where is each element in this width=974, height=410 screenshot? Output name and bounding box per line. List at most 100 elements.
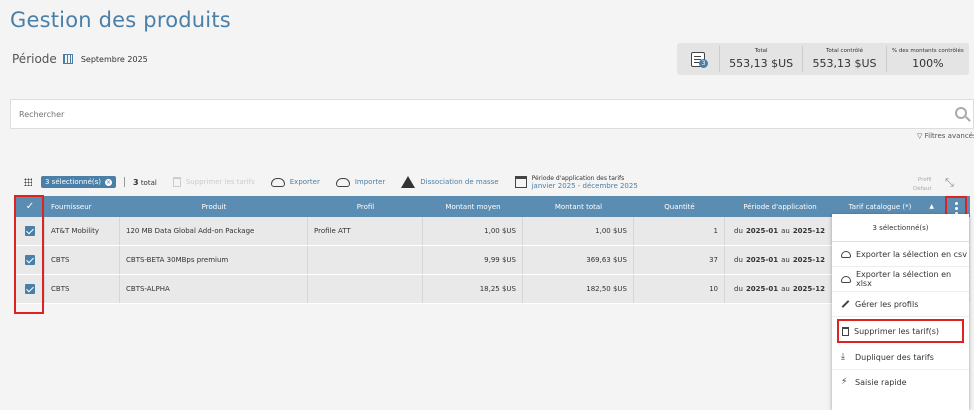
products-table: ✓ Fournisseur Produit Profil Montant moy… xyxy=(15,196,970,304)
download-icon: ⤓ xyxy=(841,351,845,362)
cell-profil xyxy=(308,246,423,274)
header-montant-moyen[interactable]: Montant moyen xyxy=(423,196,523,217)
cell-fournisseur: CBTS xyxy=(45,275,120,303)
mass-dissociation-button[interactable]: Dissociation de masse xyxy=(401,176,499,188)
stat-value: 553,13 $US xyxy=(729,57,794,70)
import-button[interactable]: Importer xyxy=(335,177,386,187)
search-icon[interactable] xyxy=(955,107,967,119)
mass-label: Dissociation de masse xyxy=(420,178,499,186)
sort-asc-icon[interactable]: ▲ xyxy=(929,203,934,210)
menu-item-label: Supprimer les tarif(s) xyxy=(854,326,939,336)
stat-value: 553,13 $US xyxy=(812,57,877,70)
documents-badge: 3 xyxy=(699,59,708,68)
period-title: Période d'application des tarifs xyxy=(531,174,625,182)
documents-icon: 3 xyxy=(677,43,719,75)
header-profil[interactable]: Profil xyxy=(308,196,423,217)
profile-value: Défaut xyxy=(913,186,932,192)
bolt-icon: ⚡ xyxy=(841,377,848,387)
stat-total-controle: Total contrôlé 553,13 $US xyxy=(802,46,885,72)
grid-icon[interactable] xyxy=(24,178,32,186)
dot xyxy=(954,201,958,205)
period-value[interactable]: janvier 2025 - décembre 2025 xyxy=(532,182,638,190)
menu-header: 3 sélectionné(s) xyxy=(832,214,969,242)
table-row[interactable]: CBTS CBTS-BETA 30MBps premium 9,99 $US 3… xyxy=(15,246,970,275)
cell-produit: CBTS-BETA 30MBps premium xyxy=(120,246,308,274)
menu-item-label: Exporter la sélection en csv xyxy=(856,249,967,259)
divider xyxy=(124,177,125,187)
cell-montant-total: 1,00 $US xyxy=(523,217,634,245)
cell-montant-moyen: 1,00 $US xyxy=(423,217,523,245)
cell-montant-moyen: 18,25 $US xyxy=(423,275,523,303)
cloud-download-icon xyxy=(841,275,851,283)
menu-item-delete-tariffs[interactable]: Supprimer les tarif(s) xyxy=(837,319,964,343)
total-count: 3 total xyxy=(133,177,157,187)
selection-count: 3 sélectionné(s) xyxy=(45,178,101,186)
cell-periode: du 2025-01 au 2025-12 xyxy=(725,217,835,245)
export-button[interactable]: Exporter xyxy=(270,177,320,187)
cell-montant-moyen: 9,99 $US xyxy=(423,246,523,274)
cell-periode: du 2025-01 au 2025-12 xyxy=(725,275,835,303)
header-montant-total[interactable]: Montant total xyxy=(523,196,634,217)
header-fournisseur[interactable]: Fournisseur xyxy=(45,196,120,217)
collapse-icon[interactable]: ⤡ xyxy=(945,176,954,190)
menu-item-duplicate-tariffs[interactable]: ⤓ Dupliquer des tarifs xyxy=(832,345,969,370)
trash-icon xyxy=(842,326,849,336)
cell-quantite: 10 xyxy=(634,275,725,303)
menu-item-manage-profiles[interactable]: Gérer les profils xyxy=(832,292,969,317)
warning-icon xyxy=(401,176,416,188)
cell-quantite: 1 xyxy=(634,217,725,245)
toolbar: 3 sélectionné(s) × 3 total Supprimer les… xyxy=(24,172,638,192)
stat-label: Total contrôlé xyxy=(825,48,864,54)
menu-item-quick-entry[interactable]: ⚡ Saisie rapide xyxy=(832,370,969,395)
cell-montant-total: 369,63 $US xyxy=(523,246,634,274)
cell-fournisseur: AT&T Mobility xyxy=(45,217,120,245)
cloud-upload-icon xyxy=(335,177,350,187)
menu-item-label: Dupliquer des tarifs xyxy=(855,352,934,362)
profile-label: Profil xyxy=(917,177,932,183)
trash-icon xyxy=(172,177,181,187)
search-input[interactable] xyxy=(11,100,911,128)
delete-tariffs-button[interactable]: Supprimer les tarifs xyxy=(172,177,255,187)
export-label: Exporter xyxy=(289,178,320,186)
stat-total: Total 553,13 $US xyxy=(719,46,802,72)
profile-indicator: Profil Défaut xyxy=(913,176,932,194)
stat-label: % des montants contrôlés xyxy=(891,48,964,54)
cell-profil: Profile ATT xyxy=(308,217,423,245)
table-row[interactable]: AT&T Mobility 120 MB Data Global Add-on … xyxy=(15,217,970,246)
filter-icon: ▽ xyxy=(917,132,925,140)
highlight-checkbox-column xyxy=(14,195,44,314)
calendar-icon xyxy=(514,176,527,188)
header-quantite[interactable]: Quantité xyxy=(634,196,725,217)
stat-value: 100% xyxy=(912,57,944,70)
dot xyxy=(954,206,958,210)
header-produit[interactable]: Produit xyxy=(120,196,308,217)
menu-item-export-xlsx[interactable]: Exporter la sélection en xlsx xyxy=(832,267,969,292)
clear-selection-icon[interactable]: × xyxy=(105,178,112,186)
filters-label: Filtres avancés xyxy=(924,132,974,140)
menu-item-export-csv[interactable]: Exporter la sélection en csv xyxy=(832,242,969,267)
search-bar xyxy=(10,99,974,129)
cell-produit: 120 MB Data Global Add-on Package xyxy=(120,217,308,245)
stat-pourcentage: % des montants contrôlés 100% xyxy=(885,46,969,72)
menu-item-label: Exporter la sélection en xlsx xyxy=(855,270,952,288)
cell-periode: du 2025-01 au 2025-12 xyxy=(725,246,835,274)
menu-item-label: Gérer les profils xyxy=(855,299,919,309)
periode-selector[interactable]: Période Septembre 2025 xyxy=(12,52,148,66)
tariff-period[interactable]: Période d'application des tarifs janvier… xyxy=(514,174,638,190)
advanced-filters-link[interactable]: ▽ Filtres avancés xyxy=(917,132,974,140)
table-row[interactable]: CBTS CBTS-ALPHA 18,25 $US 182,50 $US 10 … xyxy=(15,275,970,304)
periode-label: Période xyxy=(12,52,57,66)
header-periode[interactable]: Période d'application xyxy=(725,196,835,217)
calendar-icon[interactable] xyxy=(62,54,73,64)
cloud-download-icon xyxy=(270,177,285,187)
selection-menu: 3 sélectionné(s) Exporter la sélection e… xyxy=(832,214,969,410)
stats-panel: 3 Total 553,13 $US Total contrôlé 553,13… xyxy=(677,43,969,75)
cell-montant-total: 182,50 $US xyxy=(523,275,634,303)
cell-fournisseur: CBTS xyxy=(45,246,120,274)
page-title: Gestion des produits xyxy=(10,8,231,32)
import-label: Importer xyxy=(354,178,386,186)
menu-item-label: Saisie rapide xyxy=(855,378,907,387)
cell-quantite: 37 xyxy=(634,246,725,274)
selection-pill[interactable]: 3 sélectionné(s) × xyxy=(41,176,116,188)
periode-value[interactable]: Septembre 2025 xyxy=(81,55,148,64)
